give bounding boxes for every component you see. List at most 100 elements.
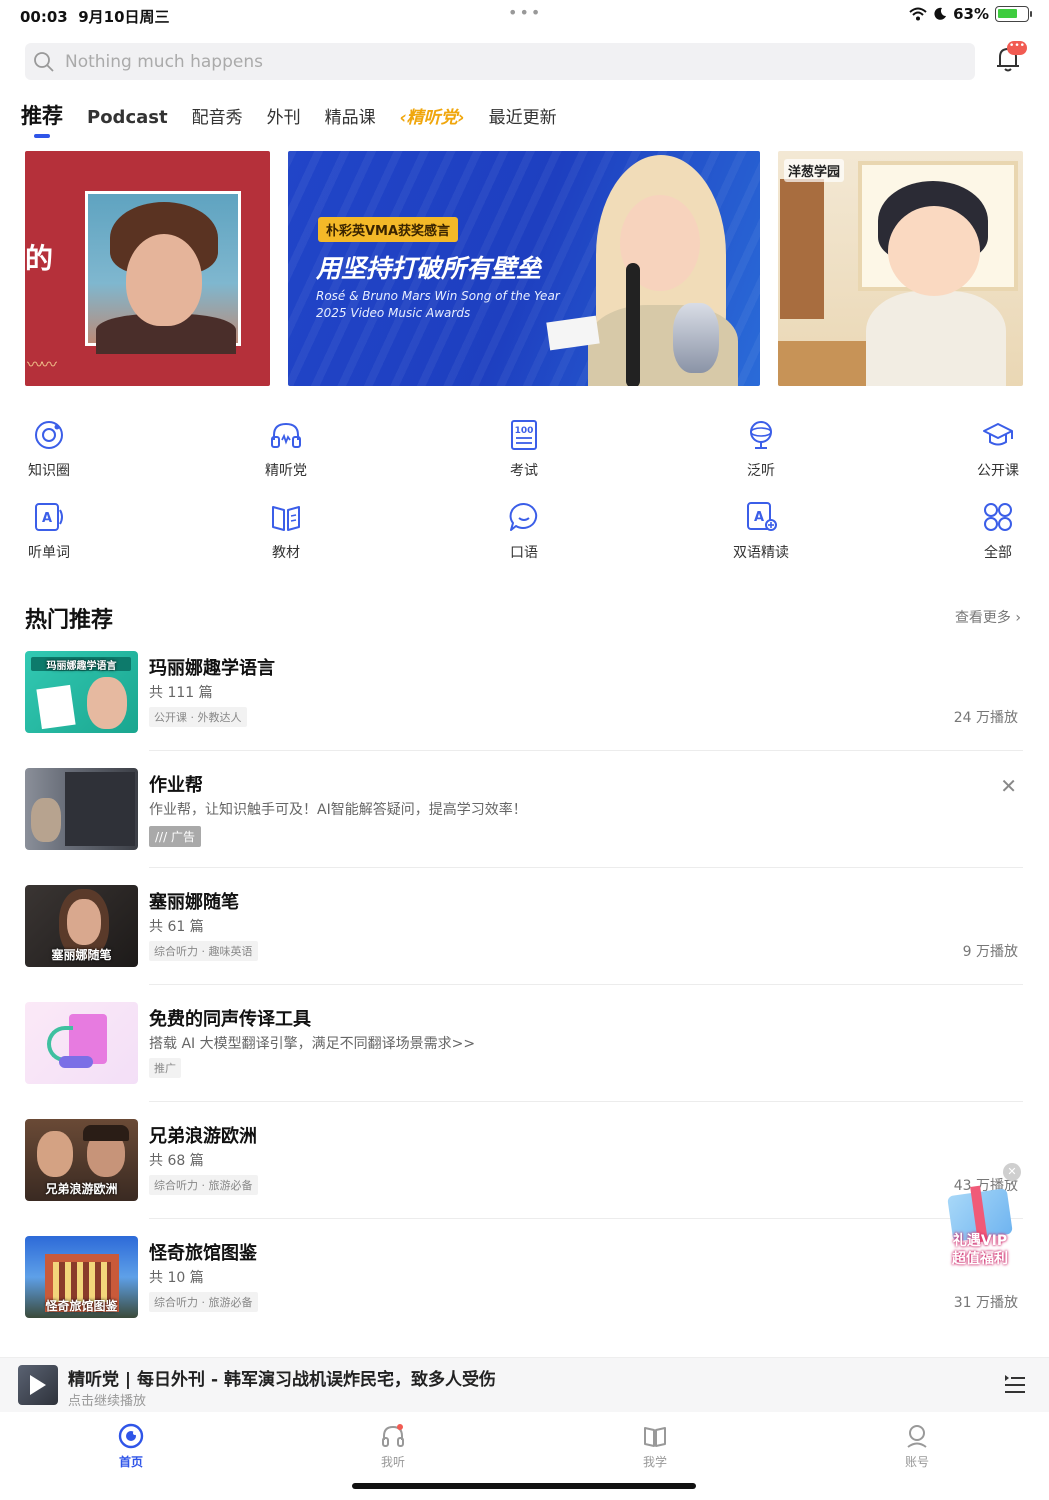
search-placeholder: Nothing much happens	[65, 51, 263, 72]
item-tags: 综合听力 · 旅游必备	[149, 1292, 258, 1312]
nav-label: 我听	[380, 1455, 405, 1469]
thumbnail	[25, 1002, 138, 1084]
tab-foreign-press[interactable]: 外刊	[267, 103, 301, 138]
item-title: 免费的同声传译工具	[149, 1009, 311, 1030]
grid-knowledge-circle[interactable]: 知识圈	[0, 418, 99, 480]
status-time: 00:03 9月10日周三	[20, 8, 170, 26]
banner-vma[interactable]: 朴彩英VMA获奖感言 用坚持打破所有壁垒 Rosé & Bruno Mars W…	[288, 151, 760, 386]
bookshelf-image	[780, 179, 824, 319]
bilingual-read-icon: A	[747, 502, 777, 531]
grid-all[interactable]: 全部	[948, 500, 1048, 562]
divider	[149, 867, 1023, 868]
grid-intensive-listening[interactable]: 精听党	[236, 418, 336, 480]
tab-dubbing[interactable]: 配音秀	[192, 103, 243, 138]
tab-podcast[interactable]: Podcast	[87, 107, 168, 138]
play-icon[interactable]	[30, 1375, 46, 1395]
thumbnail: 兄弟浪游欧洲	[25, 1119, 138, 1201]
tab-intensive-listening[interactable]: ‹精听党›	[400, 103, 465, 138]
thumbnail	[25, 768, 138, 850]
divider	[149, 750, 1023, 751]
close-icon[interactable]: ✕	[1000, 774, 1017, 798]
battery-percent: 63%	[953, 5, 989, 23]
item-title: 兄弟浪游欧洲	[149, 1126, 257, 1147]
item-count: 共 111 篇	[149, 685, 213, 701]
grid-label: 精听党	[265, 463, 307, 479]
list-item-promo[interactable]: 免费的同声传译工具 搭载 AI 大模型翻译引擎，满足不同翻译场景需求>> 推广	[25, 1002, 1023, 1119]
vip-promo-text: 礼遇VIP 超值福利	[952, 1233, 1008, 1267]
playlist-icon[interactable]	[1003, 1373, 1027, 1397]
grid-label: 听单词	[28, 545, 70, 561]
vip-promo-float[interactable]: 礼遇VIP 超值福利	[938, 1182, 1022, 1274]
trophy-image	[673, 303, 719, 373]
item-count: 共 10 篇	[149, 1270, 204, 1286]
see-more-link[interactable]: 查看更多 ›	[955, 607, 1021, 627]
battery-icon	[995, 6, 1032, 22]
svg-text:100: 100	[515, 426, 534, 436]
chevron-right-icon: ›	[1015, 610, 1021, 626]
nav-account[interactable]: 账号	[877, 1423, 957, 1470]
circle-refresh-icon	[35, 421, 63, 449]
svg-text:A: A	[42, 511, 52, 526]
grid-speaking[interactable]: 口语	[474, 500, 574, 562]
nav-label: 首页	[118, 1455, 143, 1469]
book-icon	[272, 506, 300, 531]
grid-textbook[interactable]: 教材	[236, 500, 336, 562]
list-item[interactable]: 塞丽娜随笔 塞丽娜随笔 共 61 篇 综合听力 · 趣味英语 9 万播放	[25, 885, 1023, 1002]
banner-portrait[interactable]: 的 〰〰	[25, 151, 270, 386]
item-tags: 综合听力 · 旅游必备	[149, 1175, 258, 1195]
grid-label: 公开课	[977, 463, 1019, 479]
grid-extensive-listening[interactable]: 泛听	[711, 418, 811, 480]
thumbnail: 怪奇旅馆图鉴	[25, 1236, 138, 1318]
tab-premium-course[interactable]: 精品课	[325, 103, 376, 138]
grid-label: 全部	[984, 545, 1012, 561]
item-tags: 公开课 · 外教达人	[149, 707, 247, 727]
grid-label: 教材	[272, 545, 300, 561]
section-title: 热门推荐	[25, 608, 114, 633]
graduation-cap-icon	[983, 423, 1013, 446]
search-icon	[34, 51, 54, 72]
player-subtitle: 点击继续播放	[68, 1394, 147, 1409]
list-item[interactable]: 怪奇旅馆图鉴 怪奇旅馆图鉴 共 10 篇 综合听力 · 旅游必备 31 万播放	[25, 1236, 1023, 1353]
home-indicator[interactable]	[352, 1483, 696, 1489]
list-item[interactable]: 玛丽娜趣学语言 玛丽娜趣学语言 共 111 篇 公开课 · 外教达人 24 万播…	[25, 651, 1023, 768]
word-card-icon: A	[35, 503, 63, 531]
list-item[interactable]: 兄弟浪游欧洲 兄弟浪游欧洲 共 68 篇 综合听力 · 旅游必备 43 万播放	[25, 1119, 1023, 1236]
multitask-dots[interactable]: •••	[508, 3, 542, 22]
mini-player[interactable]: 精听党 | 每日外刊 - 韩军演习战机误炸民宅，致多人受伤 点击继续播放	[0, 1357, 1049, 1412]
nav-listen[interactable]: 我听	[353, 1423, 433, 1470]
thumbnail: 塞丽娜随笔	[25, 885, 138, 967]
tab-recent-updates[interactable]: 最近更新	[489, 103, 557, 138]
banner-subtitle: Rosé & Bruno Mars Win Song of the Year 2…	[316, 289, 560, 320]
portrait-image	[85, 191, 241, 354]
banner-text: 的	[25, 242, 54, 275]
nav-home[interactable]: 首页	[91, 1423, 171, 1470]
item-title: 作业帮	[149, 775, 203, 796]
search-bar[interactable]: Nothing much happens	[25, 43, 975, 80]
item-title: 怪奇旅馆图鉴	[149, 1243, 257, 1264]
wave-decoration: 〰〰	[27, 355, 57, 374]
vip-close-button[interactable]: ✕	[1003, 1163, 1021, 1181]
headphones-icon	[271, 422, 301, 448]
divider	[149, 1101, 1023, 1102]
grid-listen-words[interactable]: A 听单词	[0, 500, 99, 562]
kid-face-image	[888, 206, 980, 296]
svg-text:A: A	[754, 510, 764, 525]
grid-exam[interactable]: 100 考试	[474, 418, 574, 480]
tab-recommend[interactable]: 推荐	[21, 100, 63, 138]
nav-learn[interactable]: 我学	[615, 1423, 695, 1470]
chat-bubble-icon	[509, 502, 538, 531]
grid-bilingual-reading[interactable]: A 双语精读	[711, 500, 811, 562]
banner-cartoon[interactable]: 洋葱学园	[778, 151, 1023, 386]
status-bar: 00:03 9月10日周三 ••• 63%	[0, 0, 1049, 32]
microphone-image	[626, 263, 640, 386]
ad-logo-icon: ///	[155, 830, 168, 844]
item-plays: 31 万播放	[953, 1295, 1018, 1311]
divider	[149, 1218, 1023, 1219]
home-icon	[118, 1423, 144, 1449]
nav-label: 账号	[904, 1455, 929, 1469]
ad-badge: /// 广告	[149, 826, 201, 847]
exam-100-icon: 100	[511, 420, 537, 450]
item-description: 搭载 AI 大模型翻译引擎，满足不同翻译场景需求>>	[149, 1036, 476, 1052]
grid-open-course[interactable]: 公开课	[948, 418, 1048, 480]
list-item-ad[interactable]: 作业帮 作业帮，让知识触手可及！AI智能解答疑问，提高学习效率！ /// 广告 …	[25, 768, 1023, 885]
